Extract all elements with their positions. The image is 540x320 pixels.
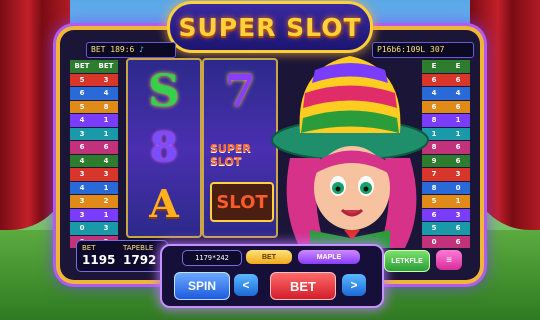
paytable-left: BETBET53645841316644334132310303: [70, 60, 118, 248]
paytable-right-cell: 6: [455, 102, 461, 111]
paytable-left-cell: 1: [103, 129, 109, 138]
paytable-left-row: 33: [70, 168, 118, 181]
game-logo: SUPER SLOT: [170, 4, 370, 50]
paytable-right-cell: 6: [455, 156, 461, 165]
info-left-value: 189:6: [110, 45, 135, 54]
display-readout: 1179*242: [182, 250, 242, 266]
paytable-left-cell: 3: [79, 170, 85, 178]
paytable-right-cell: E: [455, 62, 461, 70]
bet-small-button[interactable]: BET: [246, 250, 292, 264]
paytable-left-cell: BET: [98, 62, 114, 70]
reel-1-symbol-2: 8: [150, 123, 178, 171]
status-bet-value: 1195: [82, 253, 116, 267]
next-arrow-button[interactable]: >: [342, 274, 366, 296]
paytable-right-cell: 3: [455, 210, 461, 219]
paytable-left-cell: 8: [103, 102, 109, 111]
paytable-left-cell: 4: [79, 116, 85, 124]
game-title: SUPER SLOT: [178, 12, 362, 42]
paytable-left-cell: 1: [103, 210, 109, 219]
curtain-right: [470, 0, 540, 230]
paytable-right-cell: 0: [455, 183, 461, 192]
paytable-left-cell: 3: [103, 170, 109, 178]
menu-icon[interactable]: ≡: [436, 250, 462, 270]
paytable-left-cell: 0: [79, 224, 85, 232]
paytable-left-row: BET BET: [70, 60, 118, 73]
maple-button[interactable]: MAPLE: [298, 250, 360, 264]
paytable-left-cell: 6: [103, 143, 109, 151]
reel-2: 7 SUPER SLOT SLOT: [202, 58, 278, 238]
paytable-left-cell: 1: [103, 116, 109, 124]
paytable-left-cell: 1: [103, 183, 109, 192]
bet-button[interactable]: BET: [270, 272, 336, 300]
paytable-left-row: 66: [70, 141, 118, 154]
paytable-left-row: 03: [70, 222, 118, 235]
paytable-left-row: 31: [70, 208, 118, 221]
paytable-left-cell: 4: [103, 156, 109, 165]
paytable-left-cell: 3: [103, 224, 109, 232]
status-bet-label: BET: [82, 244, 96, 252]
paytable-left-cell: 3: [79, 129, 85, 138]
paytable-left-cell: 3: [79, 197, 85, 205]
paytable-left-cell: 3: [103, 75, 109, 84]
paytable-left-cell: 5: [79, 102, 85, 111]
status-panel: BET 1195 TAPEBLE 1792: [76, 240, 168, 272]
paytable-left-cell: 6: [79, 89, 85, 97]
paytable-left-cell: 4: [79, 183, 85, 192]
paytable-left-cell: 3: [79, 210, 85, 219]
reel-2-symbol-3: SLOT: [210, 182, 274, 222]
status-table-label: TAPEBLE: [123, 244, 154, 252]
paytable-left-cell: 6: [79, 143, 85, 151]
prev-arrow-button[interactable]: <: [234, 274, 258, 296]
paytable-right-cell: 6: [455, 143, 461, 151]
reel-2-symbol-2: SUPER SLOT: [210, 142, 251, 168]
spin-button[interactable]: SPIN: [174, 272, 230, 300]
letkfle-button[interactable]: LETKFLE: [384, 250, 430, 272]
paytable-left-row: 32: [70, 195, 118, 208]
paytable-left-cell: BET: [74, 62, 90, 70]
paytable-left-cell: 2: [103, 197, 109, 205]
control-panel: 1179*242 BET MAPLE SPIN < BET >: [160, 244, 384, 308]
paytable-right-cell: 4: [455, 89, 461, 97]
paytable-right-cell: 6: [455, 75, 461, 84]
reel-2-symbol-1: 7: [224, 65, 256, 117]
mascot-character: [271, 56, 429, 248]
info-bar-left: BET 189:6 ♪: [86, 42, 176, 58]
paytable-right-cell: 1: [455, 197, 461, 205]
status-table-value: 1792: [123, 253, 157, 267]
paytable-left-row: 41: [70, 181, 118, 194]
reel-1-symbol-3: A: [149, 180, 179, 226]
reel-1-symbol-1: S: [148, 65, 180, 117]
paytable-left-cell: 5: [79, 75, 85, 84]
paytable-left-cell: 4: [103, 89, 109, 97]
paytable-left-row: 41: [70, 114, 118, 127]
paytable-left-row: 58: [70, 100, 118, 113]
paytable-left-row: 31: [70, 127, 118, 140]
paytable-right-cell: 6: [455, 224, 461, 232]
reel-1: S 8 A: [126, 58, 202, 238]
paytable-left-cell: 4: [79, 156, 85, 165]
paytable-right-cell: 1: [455, 129, 461, 138]
sound-icon[interactable]: ♪: [139, 45, 144, 54]
info-left-bet-label: BET: [91, 45, 106, 54]
paytable-left-row: 53: [70, 73, 118, 86]
paytable-right-cell: 3: [455, 170, 461, 178]
paytable-right-cell: 1: [455, 116, 461, 124]
paytable-left-row: 64: [70, 87, 118, 100]
paytable-left-row: 44: [70, 154, 118, 167]
paytable-right-cell: 6: [455, 237, 461, 246]
